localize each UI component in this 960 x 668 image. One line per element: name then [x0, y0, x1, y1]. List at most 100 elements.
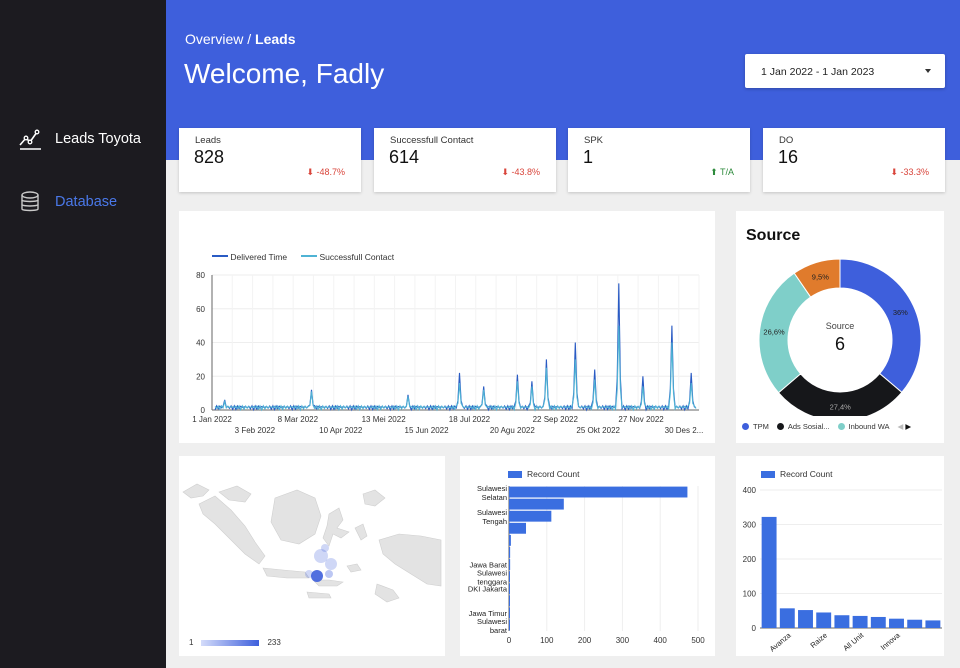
source-donut-card: Source 36% 27,4% 26,6% 9,5% Source 6 TPM Ads … [736, 211, 944, 443]
x-tick-label: 25 Okt 2022 [576, 426, 620, 435]
x-tick-label: 3 Feb 2022 [235, 426, 276, 435]
leads-map-card: 1 233 [179, 456, 445, 656]
breadcrumb: Overview / Leads [185, 31, 296, 47]
bar [509, 486, 688, 498]
x-tick-label: 30 Des 2... [665, 426, 704, 435]
donut-center-value: 6 [835, 334, 845, 354]
sidebar-item-database[interactable]: Database [18, 190, 117, 214]
legend-item[interactable]: Ads Sosial... [776, 422, 830, 431]
indonesia-map[interactable] [179, 456, 445, 636]
sidebar-item-leads-toyota[interactable]: Leads Toyota [18, 127, 141, 151]
bar [870, 616, 886, 628]
y-tick-label: Sulawesi [477, 569, 507, 578]
y-tick-label: barat [490, 626, 508, 635]
x-tick-label: 200 [578, 636, 592, 645]
x-tick-label: 400 [654, 636, 668, 645]
line-chart-icon [19, 129, 41, 150]
kpi-delta: ⬇ -48.7% [306, 167, 345, 177]
legend-item[interactable]: Successfull Contact [301, 252, 394, 262]
x-tick-label: Avanza [768, 630, 793, 653]
leads-timeseries-card: Delivered Time Successfull Contact 0 20 40… [179, 211, 715, 443]
breadcrumb-parent[interactable]: Overview [185, 31, 243, 47]
sidebar-item-label: Leads Toyota [55, 131, 141, 147]
unit-bar-card: Record Count 0 100 200 300 400 Avanza Raize All… [736, 456, 944, 656]
bar [761, 516, 777, 628]
date-range-value: 1 Jan 2022 - 1 Jan 2023 [761, 66, 875, 78]
bar [798, 610, 813, 628]
bar [509, 547, 511, 558]
x-tick-label: All Unit [841, 630, 866, 653]
slice-label: 9,5% [812, 272, 829, 281]
line-chart: 0 20 40 60 80 1 Jan 2022 8 Mar 2022 13 Mei 2022… [192, 271, 704, 435]
legend-label: Record Count [780, 469, 833, 479]
y-tick-label: 80 [196, 271, 205, 280]
bar [889, 618, 904, 628]
page-title: Welcome, Fadly [184, 58, 385, 89]
bar [816, 612, 832, 628]
x-tick-label: 22 Sep 2022 [533, 415, 579, 424]
x-tick-label: 18 Jul 2022 [449, 415, 491, 424]
province-bar-card: Record Count 0 100 200 300 400 500 Sulawesi Sel… [460, 456, 715, 656]
x-tick-label: 20 Agu 2022 [490, 426, 535, 435]
kpi-card-spk: SPK 1 ⬆ T/A [568, 128, 750, 192]
y-tick-label: 20 [196, 372, 205, 381]
kpi-title: SPK [584, 135, 604, 146]
bar [779, 608, 795, 628]
color-scale [201, 639, 260, 646]
x-tick-label: 27 Nov 2022 [618, 415, 664, 424]
bar [509, 619, 510, 631]
y-tick-label: 100 [743, 590, 757, 599]
x-tick-label: 300 [616, 636, 630, 645]
y-tick-label: 0 [201, 406, 206, 415]
map-legend: 1 233 [189, 638, 281, 647]
y-tick-label: Sulawesi [477, 484, 507, 493]
bar [509, 571, 510, 583]
bar [509, 583, 510, 595]
sidebar-item-label: Database [55, 194, 118, 210]
chart-legend: Delivered Time Successfull Contact [212, 252, 394, 262]
kpi-title: Successfull Contact [390, 135, 474, 146]
arrow-down-icon: ⬇ [501, 167, 509, 177]
kpi-card-successfull-contact: Successfull Contact 614 ⬇ -43.8% [374, 128, 556, 192]
arrow-down-icon: ⬇ [306, 167, 314, 177]
bar [852, 615, 868, 628]
x-tick-label: 13 Mei 2022 [362, 415, 407, 424]
chart-title: Source [746, 227, 801, 244]
kpi-title: DO [779, 135, 794, 146]
slice-label: 27,4% [830, 402, 852, 411]
y-tick-label: 60 [196, 305, 205, 314]
bar [907, 619, 923, 628]
date-range-select[interactable]: 1 Jan 2022 - 1 Jan 2023 [745, 54, 945, 88]
kpi-card-do: DO 16 ⬇ -33.3% [763, 128, 945, 192]
x-tick-label: 500 [691, 636, 705, 645]
legend-prev-icon[interactable]: ◀ [898, 422, 904, 431]
chart-legend: TPM Ads Sosial... Inbound WA ◀ ▶ [742, 422, 911, 431]
sidebar: Leads Toyota Database [0, 0, 166, 668]
kpi-value: 828 [194, 147, 225, 167]
bar [925, 620, 941, 628]
y-tick-label: Tengah [482, 517, 507, 526]
y-tick-label: 40 [196, 339, 205, 348]
y-tick-label: 400 [743, 486, 757, 495]
x-tick-label: 100 [540, 636, 554, 645]
y-tick-label: Selatan [482, 493, 507, 502]
legend-next-icon[interactable]: ▶ [905, 422, 911, 431]
legend-item[interactable]: TPM [742, 422, 769, 431]
legend-item[interactable]: Inbound WA [837, 422, 890, 431]
kpi-title: Leads [195, 135, 221, 146]
bar [509, 559, 511, 570]
chart-legend: Record Count [761, 469, 832, 479]
bar [509, 522, 527, 534]
donut-center-label: Source [826, 321, 855, 331]
arrow-down-icon: ⬇ [890, 167, 898, 177]
bar [509, 595, 510, 607]
breadcrumb-separator: / [247, 31, 252, 47]
legend-item[interactable]: Delivered Time [212, 252, 287, 262]
y-tick-label: Sulawesi [477, 508, 507, 517]
x-tick-label: 15 Jun 2022 [405, 426, 450, 435]
y-tick-label: DKI Jakarta [468, 585, 508, 594]
bar [834, 615, 850, 628]
y-tick-label: Sulawesi [477, 617, 507, 626]
kpi-value: 1 [583, 147, 594, 167]
kpi-delta: ⬇ -33.3% [890, 167, 929, 177]
